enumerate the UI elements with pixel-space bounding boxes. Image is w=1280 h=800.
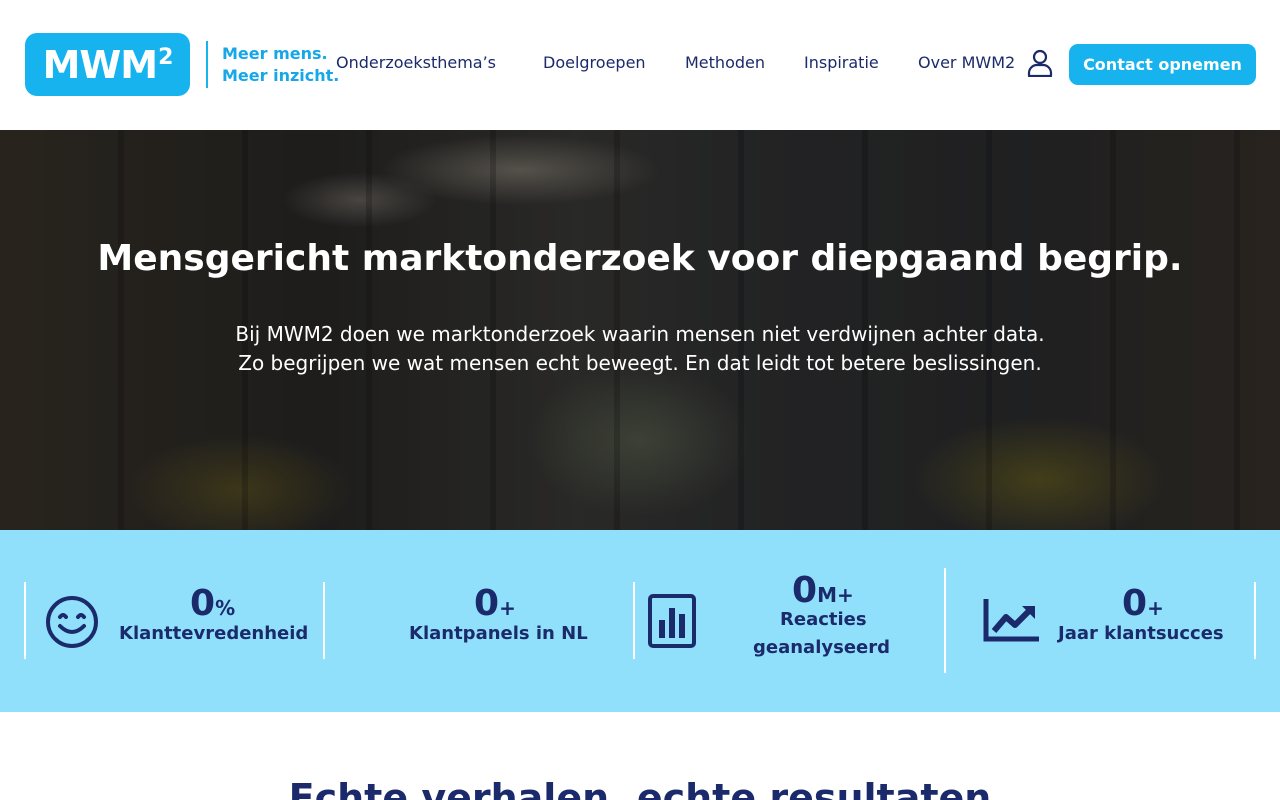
hero-subtitle: Bij MWM2 doen we marktonderzoek waarin m… bbox=[0, 320, 1280, 378]
nav-onderzoeksthemas[interactable]: Onderzoeksthema’s bbox=[336, 53, 496, 72]
hero-subtitle-line-1: Bij MWM2 doen we marktonderzoek waarin m… bbox=[235, 322, 1045, 346]
trend-up-icon bbox=[983, 599, 1039, 642]
logo-text: MWM2 bbox=[42, 42, 174, 87]
hero-title: Mensgericht marktonderzoek voor diepgaan… bbox=[97, 238, 1183, 279]
stat-label-years: Jaar klantsucces bbox=[1058, 623, 1224, 644]
logo-divider bbox=[206, 41, 208, 88]
tagline-line-1: Meer mens. bbox=[222, 44, 328, 63]
site-header: MWM2 Meer mens. Meer inzicht. Onderzoeks… bbox=[0, 0, 1280, 130]
stat-value-satisfaction: 0% bbox=[190, 583, 236, 624]
tagline-line-2: Meer inzicht. bbox=[222, 66, 340, 85]
stat-divider bbox=[24, 582, 26, 659]
stat-label-reactions-line-1: Reacties bbox=[780, 609, 867, 630]
nav-inspiratie[interactable]: Inspiratie bbox=[804, 53, 879, 72]
stat-value-years: 0+ bbox=[1122, 583, 1164, 624]
nav-doelgroepen[interactable]: Doelgroepen bbox=[543, 53, 646, 72]
user-icon[interactable] bbox=[1027, 49, 1053, 77]
logo[interactable]: MWM2 bbox=[25, 33, 190, 96]
smiley-icon bbox=[46, 596, 98, 648]
nav-methoden[interactable]: Methoden bbox=[685, 53, 765, 72]
stats-section: 0% Klanttevredenheid 0+ Klantpanels in N… bbox=[0, 530, 1280, 712]
bar-chart-icon bbox=[648, 594, 696, 648]
contact-button[interactable]: Contact opnemen bbox=[1069, 44, 1256, 85]
stat-label-satisfaction: Klanttevredenheid bbox=[119, 623, 309, 644]
hero-subtitle-line-2: Zo begrijpen we wat mensen echt beweegt.… bbox=[238, 351, 1042, 375]
stat-divider bbox=[944, 568, 946, 673]
stat-divider bbox=[1254, 582, 1256, 659]
stat-value-reactions: 0M+ bbox=[792, 570, 854, 611]
tagline: Meer mens. Meer inzicht. bbox=[222, 43, 339, 87]
stat-divider bbox=[323, 582, 325, 659]
hero-section: Mensgericht marktonderzoek voor diepgaan… bbox=[0, 130, 1280, 530]
nav-over-mwm2[interactable]: Over MWM2 bbox=[918, 53, 1015, 72]
stat-label-reactions-line-2: geanalyseerd bbox=[753, 637, 890, 658]
stat-value-panels: 0+ bbox=[474, 583, 516, 624]
stat-label-panels: Klantpanels in NL bbox=[409, 623, 588, 644]
section-heading: Echte verhalen, echte resultaten bbox=[288, 776, 992, 800]
stat-divider bbox=[633, 582, 635, 659]
